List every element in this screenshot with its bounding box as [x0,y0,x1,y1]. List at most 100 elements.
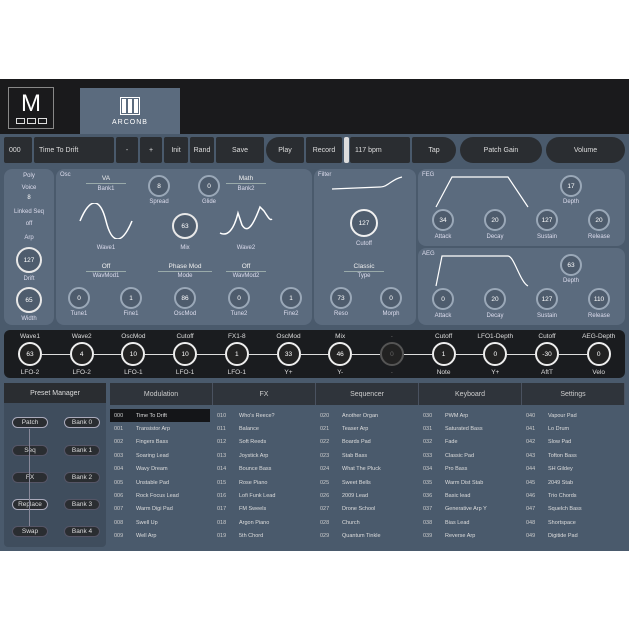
patch-row[interactable]: 024 What The Pluck [316,463,419,476]
mod-slot[interactable]: LFO1-Depth 0 Y+ [469,330,522,378]
tune2-knob[interactable]: 0 [228,287,250,309]
mod-target[interactable]: Cutoff [418,333,470,340]
patch-row[interactable]: 022 Boards Pad [316,436,419,449]
oscmod-knob[interactable]: 86 [174,287,196,309]
patch-row[interactable]: 009 Well Arp [110,530,210,543]
prev-patch-button[interactable]: - [116,137,138,163]
patch-row[interactable]: 017 FM Sweels [213,503,316,516]
play-button[interactable]: Play [266,137,304,163]
aeg-sustain-knob[interactable]: 127 [536,288,558,310]
swap-button[interactable]: Swap [12,526,48,537]
mod-source[interactable]: LFO-1 [159,369,211,376]
bank-3-button[interactable]: Bank 3 [64,499,100,510]
fine1-knob[interactable]: 1 [120,287,142,309]
patch-row[interactable]: 030 PWM Arp [419,409,522,422]
patch-row[interactable]: 041 Lo Drum [522,422,625,435]
tab-arconb[interactable]: ARCONB [80,88,180,134]
drift-knob[interactable]: 127 [16,247,42,273]
patch-name[interactable]: Time To Drift [34,137,114,163]
mod-target[interactable]: Cutoff [521,333,573,340]
mod-slot[interactable]: OscMod 10 LFO-1 [107,330,160,378]
aeg-release-knob[interactable]: 110 [588,288,610,310]
mod-amount-knob[interactable]: 10 [121,342,146,366]
patch-row[interactable]: 028 Church [316,516,419,529]
mod-slot[interactable]: Cutoff -30 AftT [521,330,573,378]
patch-row[interactable]: 006 Rock Focus Lead [110,489,210,502]
mod-amount-knob[interactable]: 33 [276,342,301,366]
patch-row[interactable]: 047 Squelch Bass [522,503,625,516]
mod-target[interactable]: Wave1 [4,333,56,340]
feg-attack-knob[interactable]: 34 [432,209,454,231]
next-patch-button[interactable]: + [140,137,162,163]
patch-row[interactable]: 016 Lofi Funk Lead [213,489,316,502]
patch-row[interactable]: 004 Wavy Dream [110,463,210,476]
mod-source[interactable]: LFO-1 [107,369,159,376]
bank-4-button[interactable]: Bank 4 [64,526,100,537]
mode-select[interactable]: Phase Mod [158,263,212,272]
mod-slot[interactable]: Cutoff 10 LFO-1 [159,330,212,378]
mod-source[interactable]: - [366,369,418,376]
mod-target[interactable]: AEG-Depth [573,333,625,340]
poly-label[interactable]: Poly [4,173,54,179]
aeg-attack-knob[interactable]: 0 [432,288,454,310]
mod-slot[interactable]: Wave1 63 LFO-2 [4,330,56,378]
patch-row[interactable]: 019 5th Chord [213,530,316,543]
mod-source[interactable]: LFO-2 [56,369,108,376]
glide-knob[interactable]: 0 [198,175,220,197]
wave2-bank[interactable]: Bank2 [226,186,266,192]
aeg-envelope-icon[interactable] [434,252,544,288]
patch-row[interactable]: 046 Trio Chords [522,489,625,502]
aeg-decay-knob[interactable]: 20 [484,288,506,310]
patch-row[interactable]: 012 Soft Reeds [213,436,316,449]
mod-slot[interactable]: Mix 46 Y- [314,330,367,378]
wave1-bank[interactable]: Bank1 [86,186,126,192]
mod-amount-knob[interactable]: 0 [586,342,611,366]
column-header[interactable]: FX [213,383,316,405]
mod-source[interactable]: Y+ [263,369,315,376]
mod-amount-knob[interactable]: 1 [224,342,249,366]
mod-slot[interactable]: Cutoff 1 Note [417,330,470,378]
wave2-math-icon[interactable] [218,203,274,239]
patch-row[interactable]: 033 Classic Pad [419,449,522,462]
mod-slot[interactable]: - 0 - [365,330,418,378]
patch-row[interactable]: 005 Unstable Pad [110,476,210,489]
patch-row[interactable]: 042 Slow Pad [522,436,625,449]
feg-sustain-knob[interactable]: 127 [536,209,558,231]
volume-button[interactable]: Volume [546,137,625,163]
filter-curve-icon[interactable] [330,173,404,193]
patch-row[interactable]: 002 Fingers Bass [110,436,210,449]
bpm-display[interactable]: 117 bpm [350,137,410,163]
mod-amount-knob[interactable]: 46 [328,342,353,366]
column-header[interactable]: Sequencer [316,383,419,405]
voice-value[interactable]: 8 [4,195,54,201]
mod-source[interactable]: AftT [521,369,573,376]
column-header[interactable]: Settings [522,383,625,405]
column-header[interactable]: Keyboard [419,383,522,405]
patch-row[interactable]: 008 Swell Up [110,516,210,529]
fine2-knob[interactable]: 1 [280,287,302,309]
morph-knob[interactable]: 0 [380,287,402,309]
bpm-slider-thumb[interactable] [344,137,349,163]
wave1-sine-icon[interactable] [78,203,134,239]
preset-manager-title[interactable]: Preset Manager [4,383,106,403]
bank-1-button[interactable]: Bank 1 [64,445,100,456]
mod-source[interactable]: LFO-1 [211,369,263,376]
mod-amount-knob[interactable]: 0 [379,342,404,366]
feg-decay-knob[interactable]: 20 [484,209,506,231]
wavmod2-select[interactable]: Off [226,263,266,272]
patch-row[interactable]: 001 Transistor Arp [110,422,210,435]
patch-mode-button[interactable]: Patch [12,417,48,428]
mod-source[interactable]: Y- [314,369,366,376]
column-header[interactable]: Modulation [110,383,213,405]
mod-target[interactable]: FX1-8 [211,333,263,340]
reso-knob[interactable]: 73 [330,287,352,309]
mod-slot[interactable]: Wave2 4 LFO-2 [55,330,108,378]
fx-mode-button[interactable]: FX [12,472,48,483]
replace-button[interactable]: Replace [12,499,48,510]
mod-source[interactable]: LFO-2 [4,369,56,376]
tune1-knob[interactable]: 0 [68,287,90,309]
patch-row[interactable]: 025 Sweet Bells [316,476,419,489]
patch-row[interactable]: 015 Rose Piano [213,476,316,489]
patch-row[interactable]: 013 Joystick Arp [213,449,316,462]
feg-release-knob[interactable]: 20 [588,209,610,231]
